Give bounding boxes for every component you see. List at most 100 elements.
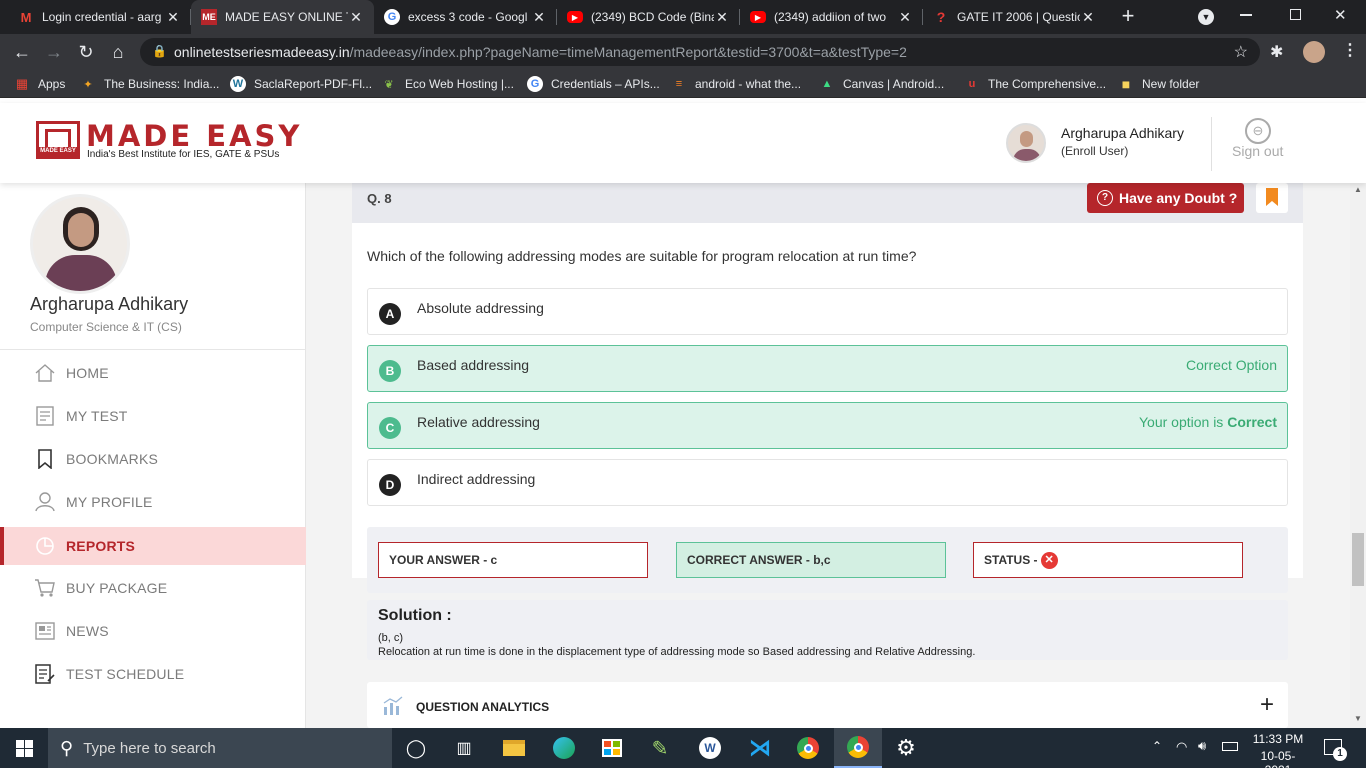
option-text: Based addressing	[417, 356, 530, 373]
bookmark-ecoweb[interactable]: ❦ Eco Web Hosting |...	[381, 70, 514, 98]
taskbar-search-box[interactable]: ⚲ Type here to search	[48, 728, 392, 768]
store-icon[interactable]	[588, 728, 636, 768]
sidebar-item-label: BUY PACKAGE	[66, 580, 168, 596]
bookmark-comprehensive[interactable]: u The Comprehensive...	[964, 70, 1106, 98]
page-scrollbar[interactable]: ▲ ▼	[1350, 183, 1366, 728]
star-bookmark-icon[interactable]: ☆	[1234, 42, 1248, 62]
battery-icon[interactable]	[1222, 742, 1238, 751]
bookmark-business[interactable]: ✦ The Business: India...	[80, 70, 219, 98]
close-tab-icon[interactable]: ✕	[897, 9, 913, 26]
tab-title: excess 3 code - Googl	[408, 10, 528, 24]
bookmark-question-button[interactable]	[1256, 183, 1288, 213]
tray-chevron-icon[interactable]: ⌃	[1152, 739, 1162, 753]
sidebar-item-label: MY TEST	[66, 408, 128, 424]
chrome-active-taskbar-icon[interactable]	[834, 728, 882, 768]
sidebar-item-my-profile[interactable]: MY PROFILE	[0, 483, 306, 521]
minimize-icon[interactable]	[1240, 14, 1252, 16]
option-a[interactable]: A Absolute addressing	[367, 288, 1288, 335]
option-b[interactable]: B Based addressing Correct Option	[367, 345, 1288, 392]
bookmark-apps[interactable]: ▦ Apps	[14, 70, 66, 98]
address-bar[interactable]: 🔒 onlinetestseriesmadeeasy.in/madeeasy/i…	[140, 38, 1260, 66]
sidebar-item-bookmarks[interactable]: BOOKMARKS	[0, 440, 306, 478]
madeeasy-logo-icon[interactable]: MADE EASY	[36, 121, 80, 159]
scroll-up-icon[interactable]: ▲	[1354, 185, 1362, 194]
have-doubt-button[interactable]: ? Have any Doubt ?	[1087, 183, 1244, 213]
sidebar-item-test-schedule[interactable]: TEST SCHEDULE	[0, 655, 306, 693]
close-window-icon[interactable]: ✕	[1334, 6, 1347, 24]
sidebar-item-label: BOOKMARKS	[66, 451, 159, 467]
windows-taskbar: ⚲ Type here to search ◯ ▥ ✎ W ⋊ ⚙ ⌃ ◠ 🔊︎…	[0, 728, 1366, 777]
question-help-icon: ?	[1097, 190, 1113, 206]
chrome-menu-icon[interactable]: ⋮	[1342, 40, 1358, 60]
cortana-icon[interactable]: ◯	[392, 728, 440, 768]
clock-date[interactable]: 10-05-2021	[1248, 749, 1308, 777]
sidebar-item-buy-package[interactable]: BUY PACKAGE	[0, 569, 306, 607]
madeeasy-icon: ME	[201, 9, 217, 25]
close-tab-icon[interactable]: ✕	[348, 9, 364, 26]
edge-icon[interactable]	[540, 728, 588, 768]
close-tab-icon[interactable]: ✕	[531, 9, 547, 26]
expand-plus-icon[interactable]: +	[1260, 693, 1274, 717]
sidebar-item-reports[interactable]: REPORTS	[0, 527, 306, 565]
gmail-icon: M	[20, 9, 32, 25]
bookmark-new-folder[interactable]: ■ New folder	[1118, 70, 1200, 98]
close-tab-icon[interactable]: ✕	[165, 9, 181, 26]
scroll-thumb[interactable]	[1352, 533, 1364, 586]
google-icon: G	[384, 9, 400, 25]
vscode-icon[interactable]: ⋊	[736, 728, 784, 768]
back-icon[interactable]: ←	[8, 34, 36, 70]
sidebar-item-my-test[interactable]: MY TEST	[0, 397, 306, 435]
file-explorer-icon[interactable]	[490, 728, 538, 768]
bookmark-label: Credentials – APIs...	[551, 77, 660, 91]
paint-icon[interactable]: ✎	[636, 728, 684, 768]
profile-avatar-icon[interactable]	[1303, 41, 1325, 63]
forward-icon[interactable]: →	[40, 34, 68, 70]
word-icon[interactable]: W	[686, 728, 734, 768]
close-tab-icon[interactable]: ✕	[714, 9, 730, 26]
signout-link[interactable]: Sign out	[1232, 143, 1283, 159]
option-text: Indirect addressing	[417, 470, 536, 487]
close-tab-icon[interactable]: ✕	[1080, 9, 1096, 26]
chrome-taskbar-icon[interactable]	[784, 728, 832, 768]
settings-gear-icon[interactable]: ⚙	[882, 728, 930, 768]
tab-search-icon[interactable]: ▼	[1198, 9, 1214, 25]
bookmark-android-stack[interactable]: ≡ android - what the...	[671, 70, 801, 98]
tab-gateoverflow[interactable]: ? GATE IT 2006 | Questio ✕	[923, 0, 1106, 34]
youtube-icon: ▶	[567, 11, 583, 23]
windows-start-icon[interactable]	[0, 728, 48, 768]
extensions-icon[interactable]: ✱	[1270, 42, 1283, 62]
tab-youtube-addition[interactable]: ▶ (2349) addiion of two ✕	[740, 0, 923, 34]
option-d[interactable]: D Indirect addressing	[367, 459, 1288, 506]
tab-google[interactable]: G excess 3 code - Googl ✕	[374, 0, 557, 34]
volume-icon[interactable]: 🔊︎	[1198, 738, 1206, 754]
taskbar-search-placeholder: Type here to search	[83, 739, 216, 757]
restore-icon[interactable]	[1290, 9, 1301, 20]
clock-time[interactable]: 11:33 PM	[1248, 732, 1308, 746]
bookmark-sacla[interactable]: W SaclaReport-PDF-Fl...	[230, 70, 372, 98]
home-browser-icon[interactable]: ⌂	[104, 34, 132, 70]
bookmark-canvas[interactable]: ▲ Canvas | Android...	[819, 70, 945, 98]
reload-icon[interactable]: ↻	[72, 34, 100, 70]
site-header: MADE EASY MADE EASY India's Best Institu…	[0, 103, 1366, 183]
analytics-label: QUESTION ANALYTICS	[416, 700, 550, 714]
wifi-icon[interactable]: ◠	[1176, 739, 1187, 755]
new-tab-icon[interactable]: +	[1116, 5, 1140, 29]
bookmark-label: Canvas | Android...	[843, 77, 945, 91]
option-c[interactable]: C Relative addressing Your option is Cor…	[367, 402, 1288, 449]
scroll-down-icon[interactable]: ▼	[1354, 714, 1362, 723]
tab-title: (2349) BCD Code (Bina	[591, 10, 714, 24]
tab-madeeasy[interactable]: ME MADE EASY ONLINE T ✕	[191, 0, 374, 34]
signout-icon[interactable]: ⊖	[1245, 118, 1271, 144]
tab-youtube-bcd[interactable]: ▶ (2349) BCD Code (Bina ✕	[557, 0, 740, 34]
sidebar-item-news[interactable]: NEWS	[0, 612, 306, 650]
your-answer-box: YOUR ANSWER - c	[378, 542, 648, 578]
browser-tab-strip: M Login credential - aarg ✕ ME MADE EASY…	[0, 0, 1366, 34]
tab-gmail[interactable]: M Login credential - aarg ✕	[8, 0, 191, 34]
sidebar-item-home[interactable]: HOME	[0, 354, 306, 392]
task-view-icon[interactable]: ▥	[440, 728, 488, 768]
bookmark-label: New folder	[1142, 77, 1200, 91]
url-path: /madeeasy/index.php?pageName=timeManagem…	[349, 44, 907, 60]
question-number: Q. 8	[367, 191, 392, 206]
header-avatar[interactable]	[1006, 123, 1046, 163]
bookmark-credentials[interactable]: G Credentials – APIs...	[527, 70, 660, 98]
